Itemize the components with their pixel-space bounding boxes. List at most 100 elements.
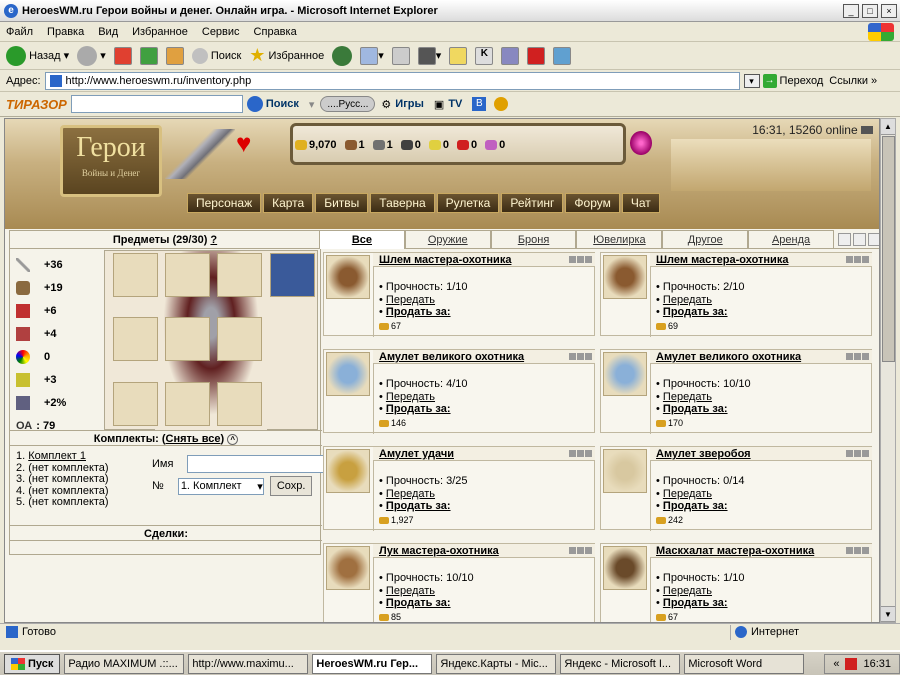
slot-shield[interactable] <box>217 382 262 426</box>
back-button[interactable]: Назад ▾ <box>6 45 69 66</box>
star-icon[interactable] <box>846 547 853 554</box>
slot-ring[interactable] <box>113 317 158 361</box>
maximize-button[interactable]: □ <box>862 3 878 18</box>
chest-icon[interactable] <box>585 256 592 263</box>
help-link[interactable]: ? <box>210 234 217 246</box>
tab-all[interactable]: Все <box>319 230 405 249</box>
transfer-link[interactable]: Передать <box>386 294 435 306</box>
slot-bow[interactable] <box>217 317 262 361</box>
tab-jewelry[interactable]: Ювелирка <box>576 230 663 249</box>
nav-roulette[interactable]: Рулетка <box>436 193 500 213</box>
potion-icon[interactable] <box>630 131 652 155</box>
sell-link[interactable]: Продать за: <box>386 306 451 318</box>
slot-boots[interactable] <box>165 382 210 426</box>
refresh-button[interactable] <box>139 46 158 65</box>
sell-link[interactable]: Продать за: <box>663 403 728 415</box>
item-name[interactable]: Шлем мастера-охотника <box>656 254 788 266</box>
mail-icon-game[interactable] <box>861 126 873 134</box>
star-icon[interactable] <box>846 450 853 457</box>
notes-button[interactable] <box>449 46 468 65</box>
item-name[interactable]: Амулет удачи <box>379 448 454 460</box>
task-radio[interactable]: Радио MAXIMUM .::... <box>64 653 185 674</box>
address-dropdown-icon[interactable]: ▾ <box>743 73 760 88</box>
menu-favorites[interactable]: Избранное <box>132 26 188 38</box>
search-button[interactable]: Поиск <box>191 47 241 64</box>
transfer-link[interactable]: Передать <box>663 488 712 500</box>
task-heroes[interactable]: HeroesWM.ru Гер... <box>312 653 433 674</box>
star-icon[interactable] <box>569 547 576 554</box>
minimize-button[interactable]: _ <box>843 3 859 18</box>
chest-icon[interactable] <box>862 547 869 554</box>
remove-all-link[interactable]: Снять все <box>166 433 221 445</box>
menu-edit[interactable]: Правка <box>47 26 84 38</box>
transfer-link[interactable]: Передать <box>663 585 712 597</box>
collapse-icon[interactable]: ^ <box>227 434 239 445</box>
star-icon[interactable] <box>854 353 861 360</box>
start-button[interactable]: Пуск <box>4 653 61 674</box>
slot-armor[interactable] <box>165 317 210 361</box>
item-image[interactable] <box>603 449 647 493</box>
task-yandex[interactable]: Яндекс - Microsoft I... <box>560 653 681 674</box>
research-button[interactable] <box>501 46 520 65</box>
item-image[interactable] <box>603 546 647 590</box>
tray-flag-icon[interactable] <box>845 657 858 670</box>
task-word[interactable]: Microsoft Word <box>684 653 805 674</box>
scroll-down-icon[interactable]: ▼ <box>881 606 895 622</box>
tv-button[interactable]: TV <box>448 98 462 110</box>
chest-icon[interactable] <box>862 450 869 457</box>
star-filter-icon[interactable] <box>837 232 851 246</box>
transfer-link[interactable]: Передать <box>386 488 435 500</box>
item-image[interactable] <box>326 255 370 299</box>
nav-battles[interactable]: Битвы <box>315 193 369 213</box>
mail-button[interactable]: ▾ <box>360 46 384 65</box>
links-button[interactable]: Ссылки <box>829 75 868 87</box>
forward-button[interactable]: ▾ <box>77 45 106 66</box>
tab-other[interactable]: Другое <box>662 230 749 249</box>
slot-weapon[interactable] <box>113 382 158 426</box>
address-input[interactable]: http://www.heroeswm.ru/inventory.php <box>44 71 740 90</box>
star-icon[interactable] <box>577 547 584 554</box>
tab-weapons[interactable]: Оружие <box>404 230 491 249</box>
kit-name-input[interactable] <box>187 455 326 473</box>
nav-rating[interactable]: Рейтинг <box>501 193 564 213</box>
chest-icon[interactable] <box>585 450 592 457</box>
task-maximum[interactable]: http://www.maximu... <box>188 653 309 674</box>
home-button[interactable] <box>165 46 184 65</box>
menu-tools[interactable]: Сервис <box>202 26 240 38</box>
slot-amulet[interactable] <box>217 253 262 297</box>
sell-link[interactable]: Продать за: <box>386 597 451 609</box>
chest-icon[interactable] <box>867 232 879 246</box>
item-name[interactable]: Амулет зверобоя <box>656 448 751 460</box>
item-name[interactable]: Лук мастера-охотника <box>379 545 499 557</box>
scroll-thumb[interactable] <box>882 136 895 362</box>
star-icon[interactable] <box>854 256 861 263</box>
chest-icon[interactable] <box>585 547 592 554</box>
favorites-button[interactable]: ★ Избранное <box>249 45 324 66</box>
item-image[interactable] <box>603 255 647 299</box>
star-icon[interactable] <box>577 353 584 360</box>
star-icon[interactable] <box>577 450 584 457</box>
toolbar-search-button[interactable]: Поиск <box>266 98 299 110</box>
slot-helmet[interactable] <box>165 253 210 297</box>
nav-chat[interactable]: Чат <box>621 193 660 213</box>
nav-character[interactable]: Персонаж <box>187 193 262 213</box>
stop-button[interactable] <box>113 46 132 65</box>
menu-help[interactable]: Справка <box>254 26 297 38</box>
task-yandex-maps[interactable]: Яндекс.Карты - Mic... <box>436 653 557 674</box>
k-button[interactable]: K <box>475 46 494 65</box>
transfer-link[interactable]: Передать <box>386 585 435 597</box>
item-image[interactable] <box>326 352 370 396</box>
kit-number-select[interactable]: 1. Комплект ▾ <box>177 477 264 495</box>
kit-link[interactable]: Комплект 1 <box>28 450 86 462</box>
print-button[interactable] <box>391 46 410 65</box>
item-image[interactable] <box>326 449 370 493</box>
slot-necklace[interactable] <box>113 253 158 297</box>
transfer-link[interactable]: Передать <box>663 391 712 403</box>
language-select[interactable]: ....Русс... <box>320 96 376 112</box>
edit-button[interactable]: ▾ <box>417 46 441 65</box>
star-icon[interactable] <box>854 450 861 457</box>
scroll-up-icon[interactable]: ▲ <box>881 119 895 135</box>
sell-link[interactable]: Продать за: <box>386 403 451 415</box>
save-kit-button[interactable]: Сохр. <box>269 476 313 496</box>
star-icon[interactable] <box>846 256 853 263</box>
